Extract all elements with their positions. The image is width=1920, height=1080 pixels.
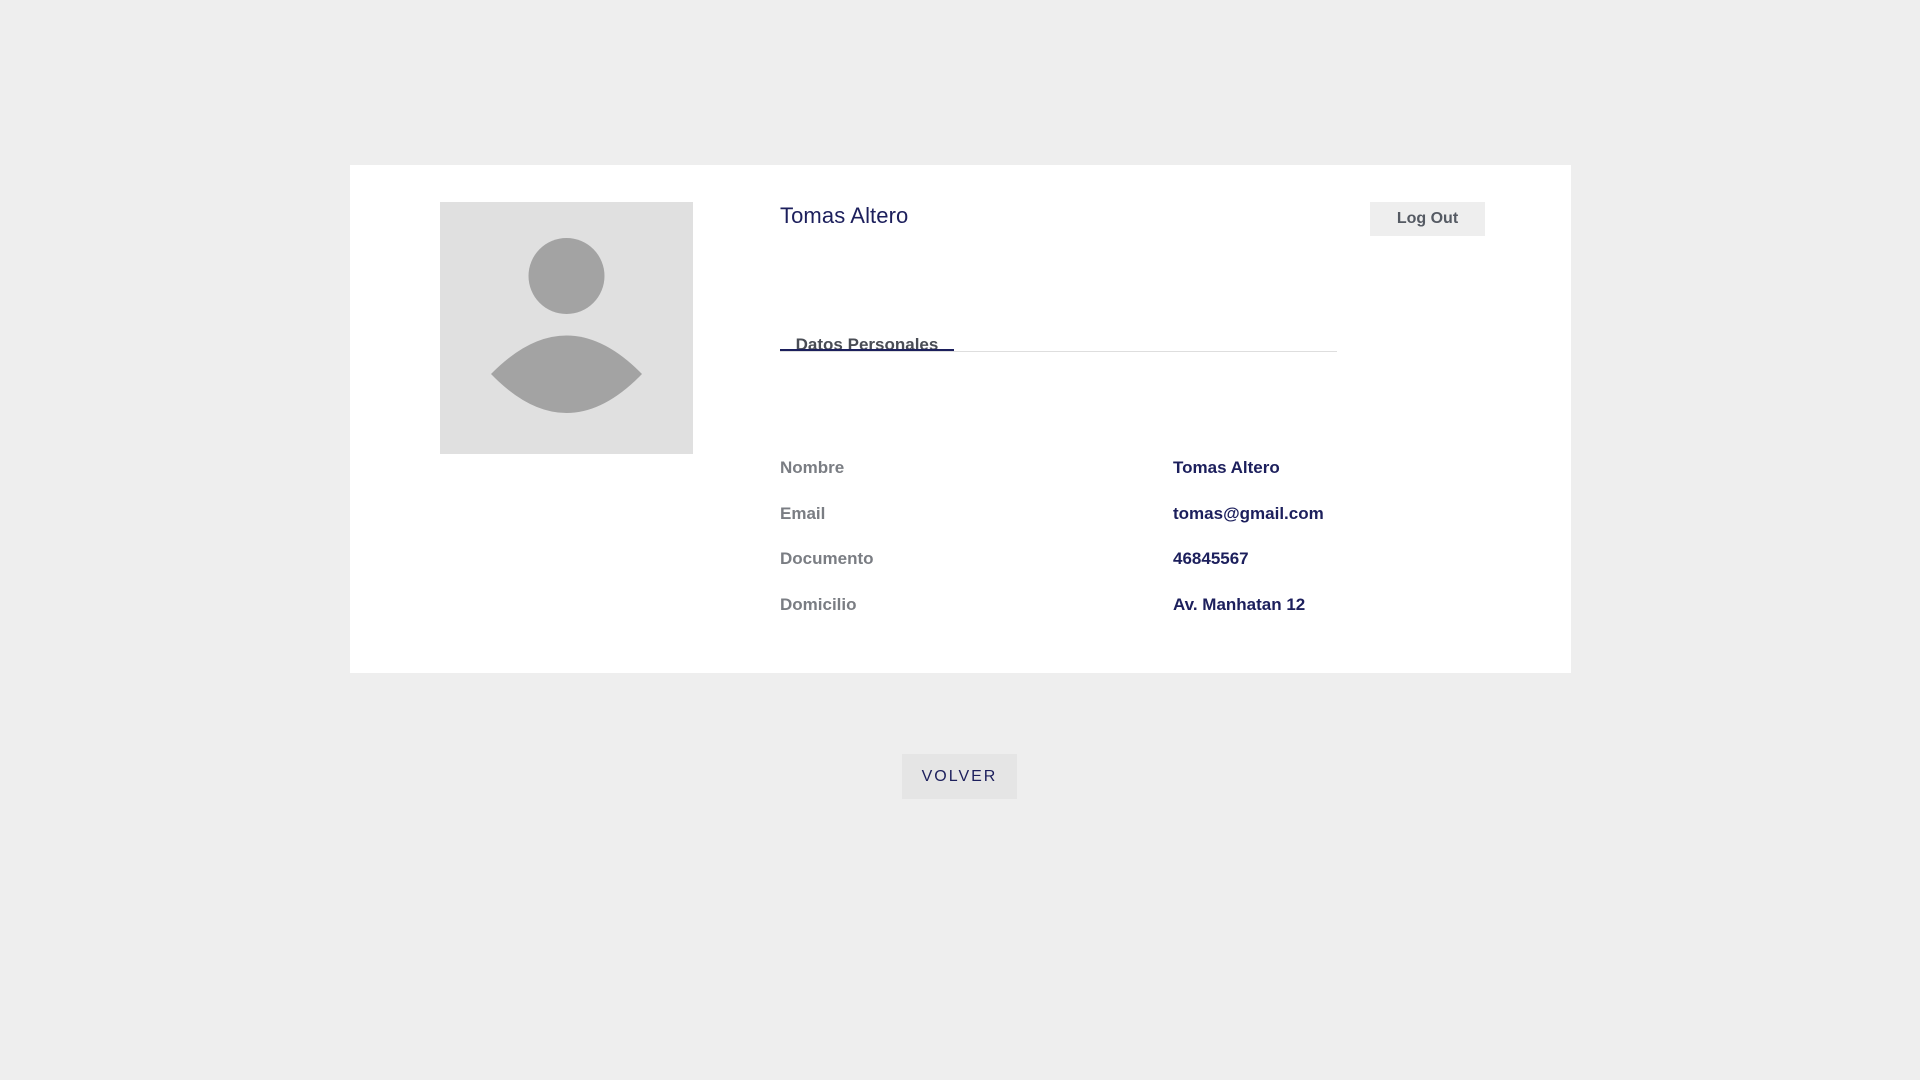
profile-card: Tomas Altero Log Out Datos Personales No… [350,165,1571,673]
tab-datos-personales[interactable]: Datos Personales [780,315,954,354]
tabs-bar: Datos Personales [780,315,1337,354]
active-tab-indicator [780,349,954,351]
back-button[interactable]: VOLVER [902,754,1017,799]
tab-label: Datos Personales [795,335,939,354]
logout-button[interactable]: Log Out [1370,202,1485,236]
field-label-documento: Documento [780,549,874,568]
field-label-email: Email [780,504,826,523]
field-label-nombre: Nombre [780,458,845,477]
field-value-documento: 46845567 [1173,549,1249,568]
field-label-domicilio: Domicilio [780,595,857,614]
field-value-domicilio: Av. Manhatan 12 [1173,595,1306,614]
field-value-email: tomas@gmail.com [1173,504,1324,523]
avatar [440,202,693,454]
profile-name: Tomas Altero [780,203,909,228]
field-value-nombre: Tomas Altero [1173,458,1280,477]
user-placeholder-icon [491,238,642,413]
